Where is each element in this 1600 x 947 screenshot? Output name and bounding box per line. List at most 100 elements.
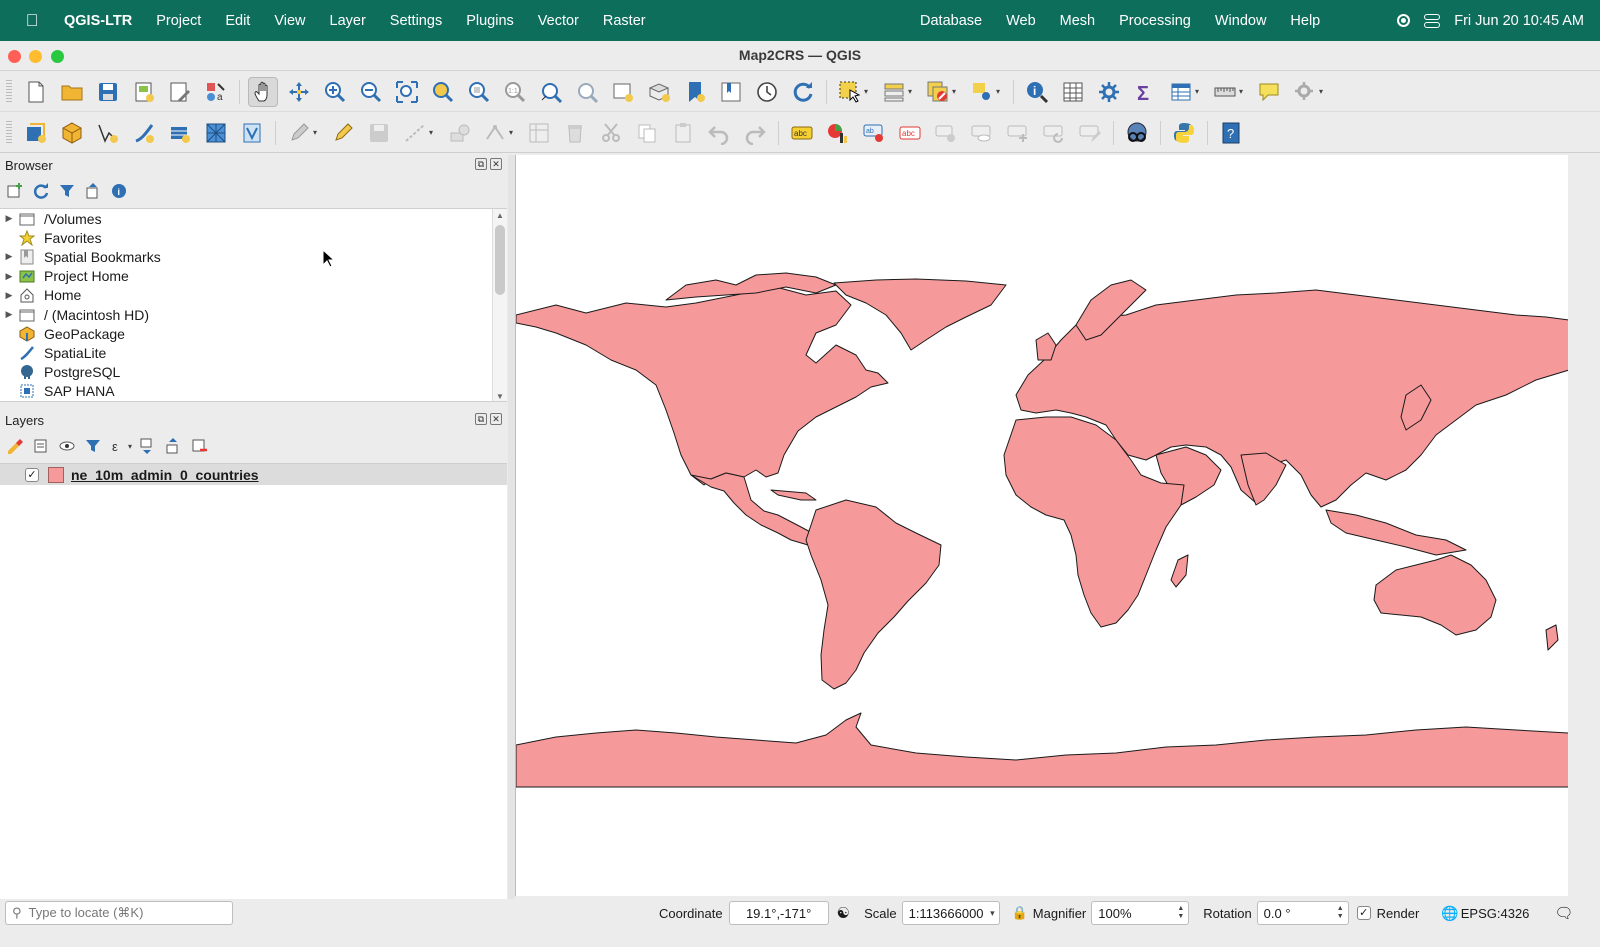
new-shapefile-layer-icon[interactable] (93, 118, 123, 148)
deselect-features-icon[interactable] (923, 77, 953, 107)
messages-icon[interactable]: 🗨 (1554, 904, 1573, 922)
new-virtual-layer-icon[interactable] (165, 118, 195, 148)
filter-browser-icon[interactable] (56, 180, 78, 202)
data-source-manager-icon[interactable] (21, 118, 51, 148)
pin-labels-icon[interactable] (931, 118, 961, 148)
zoom-to-selection-icon[interactable] (428, 77, 458, 107)
zoom-to-layer-icon[interactable] (464, 77, 494, 107)
refresh-browser-icon[interactable] (30, 180, 52, 202)
zoom-in-icon[interactable] (320, 77, 350, 107)
statistical-summary-icon[interactable]: Σ (1130, 77, 1160, 107)
save-project-icon[interactable] (93, 77, 123, 107)
remove-layer-icon[interactable] (188, 435, 210, 457)
filter-by-expression-icon[interactable]: ε (108, 435, 130, 457)
pan-to-selection-icon[interactable] (284, 77, 314, 107)
new-3d-map-view-icon[interactable] (644, 77, 674, 107)
add-group-icon[interactable] (30, 435, 52, 457)
layer-visibility-checkbox[interactable]: ✓ (25, 467, 39, 482)
menu-layer[interactable]: Layer (318, 13, 378, 29)
browser-item-project-home[interactable]: ▶ Project Home (0, 267, 507, 286)
float-panel-icon[interactable]: ⧉ (475, 413, 487, 425)
render-checkbox[interactable]: ✓ (1356, 906, 1371, 920)
map-canvas[interactable] (515, 155, 1568, 896)
attribute-table-icon[interactable] (1058, 77, 1088, 107)
show-unplaced-labels-icon[interactable]: abc (895, 118, 925, 148)
menu-vector[interactable]: Vector (526, 13, 591, 29)
rotate-label-icon[interactable] (1039, 118, 1069, 148)
new-project-icon[interactable] (21, 77, 51, 107)
expand-arrow-icon[interactable]: ▶ (0, 309, 18, 320)
properties-info-icon[interactable]: i (108, 180, 130, 202)
stepper-icon[interactable]: ▲ ▼ (1177, 905, 1184, 921)
processing-toolbox-icon[interactable] (1094, 77, 1124, 107)
help-icon[interactable]: ? (1216, 118, 1246, 148)
collapse-all-layers-icon[interactable] (162, 435, 184, 457)
browser-item-macintosh-hd[interactable]: ▶ / (Macintosh HD) (0, 305, 507, 324)
redo-icon[interactable] (740, 118, 770, 148)
new-spatial-bookmark-icon[interactable] (680, 77, 710, 107)
change-label-icon[interactable] (1075, 118, 1105, 148)
expand-arrow-icon[interactable]: ▶ (0, 271, 18, 282)
show-hide-labels-icon[interactable] (967, 118, 997, 148)
show-bookmarks-icon[interactable] (716, 77, 746, 107)
menu-view[interactable]: View (262, 13, 317, 29)
zoom-next-icon[interactable] (572, 77, 602, 107)
new-map-view-icon[interactable] (608, 77, 638, 107)
metasearch-icon[interactable] (1122, 118, 1152, 148)
collapse-all-icon[interactable] (82, 180, 104, 202)
select-by-value-icon[interactable] (879, 77, 909, 107)
control-center-icon[interactable] (1424, 13, 1441, 28)
menu-plugins[interactable]: Plugins (454, 13, 526, 29)
undo-icon[interactable] (704, 118, 734, 148)
identify-features-icon[interactable]: i (1022, 77, 1052, 107)
new-print-layout-icon[interactable] (129, 77, 159, 107)
lock-scale-icon[interactable]: 🔒 (1012, 905, 1028, 921)
new-temporary-layer-icon[interactable] (237, 118, 267, 148)
modify-attributes-icon[interactable] (524, 118, 554, 148)
measure-line-icon[interactable] (1210, 77, 1240, 107)
save-layer-edits-icon[interactable] (364, 118, 394, 148)
locator-search-input[interactable]: ⚲ Type to locate (⌘K) (5, 901, 233, 925)
zoom-out-icon[interactable] (356, 77, 386, 107)
stepper-icon[interactable]: ▲ ▼ (1337, 905, 1344, 921)
zoom-full-icon[interactable] (392, 77, 422, 107)
new-spatialite-layer-icon[interactable] (129, 118, 159, 148)
diagram-options-icon[interactable] (823, 118, 853, 148)
menu-web[interactable]: Web (994, 13, 1048, 29)
toggle-extents-icon[interactable]: ☯ (837, 904, 850, 922)
browser-item-spatial-bookmarks[interactable]: ▶ Spatial Bookmarks (0, 247, 507, 266)
close-panel-icon[interactable]: ✕ (490, 158, 502, 170)
coordinate-field[interactable]: 19.1°,-171° (728, 901, 829, 925)
layer-styling-icon[interactable] (4, 435, 26, 457)
layer-row[interactable]: ✓ ne_10m_admin_0_countries (0, 464, 507, 485)
digitize-line-icon[interactable] (400, 118, 430, 148)
menu-project[interactable]: Project (144, 13, 213, 29)
world-map[interactable] (516, 155, 1568, 896)
new-geopackage-layer-icon[interactable] (57, 118, 87, 148)
panel-splitter[interactable] (508, 155, 515, 899)
magnifier-spinbox[interactable]: 100% ▲ ▼ (1091, 901, 1190, 925)
highlight-pinned-labels-icon[interactable]: ab (859, 118, 889, 148)
apple-icon[interactable]:  (0, 11, 64, 31)
new-mesh-layer-icon[interactable] (201, 118, 231, 148)
expand-arrow-icon[interactable]: ▶ (0, 251, 18, 262)
crs-button[interactable]: EPSG:4326 (1461, 906, 1530, 921)
browser-item-home[interactable]: ▶ Home (0, 286, 507, 305)
layout-manager-icon[interactable] (165, 77, 195, 107)
select-features-icon[interactable] (835, 77, 865, 107)
menu-raster[interactable]: Raster (591, 13, 658, 29)
browser-item-favorites[interactable]: Favorites (0, 228, 507, 247)
paste-features-icon[interactable] (668, 118, 698, 148)
delete-selected-icon[interactable] (560, 118, 590, 148)
browser-item-geopackage[interactable]: GeoPackage (0, 324, 507, 343)
float-panel-icon[interactable]: ⧉ (475, 158, 487, 170)
browser-scrollbar[interactable]: ▲ ▼ (492, 209, 507, 401)
scale-combobox[interactable]: 1:113666000 ▾ (901, 901, 1000, 925)
menu-settings[interactable]: Settings (378, 13, 454, 29)
rotation-spinbox[interactable]: 0.0 ° ▲ ▼ (1256, 901, 1349, 925)
digitize-shape-icon[interactable] (444, 118, 474, 148)
browser-item-volumes[interactable]: ▶ /Volumes (0, 209, 507, 228)
style-manager-icon[interactable]: a (201, 77, 231, 107)
python-console-icon[interactable] (1169, 118, 1199, 148)
browser-item-postgresql[interactable]: PostgreSQL (0, 363, 507, 382)
